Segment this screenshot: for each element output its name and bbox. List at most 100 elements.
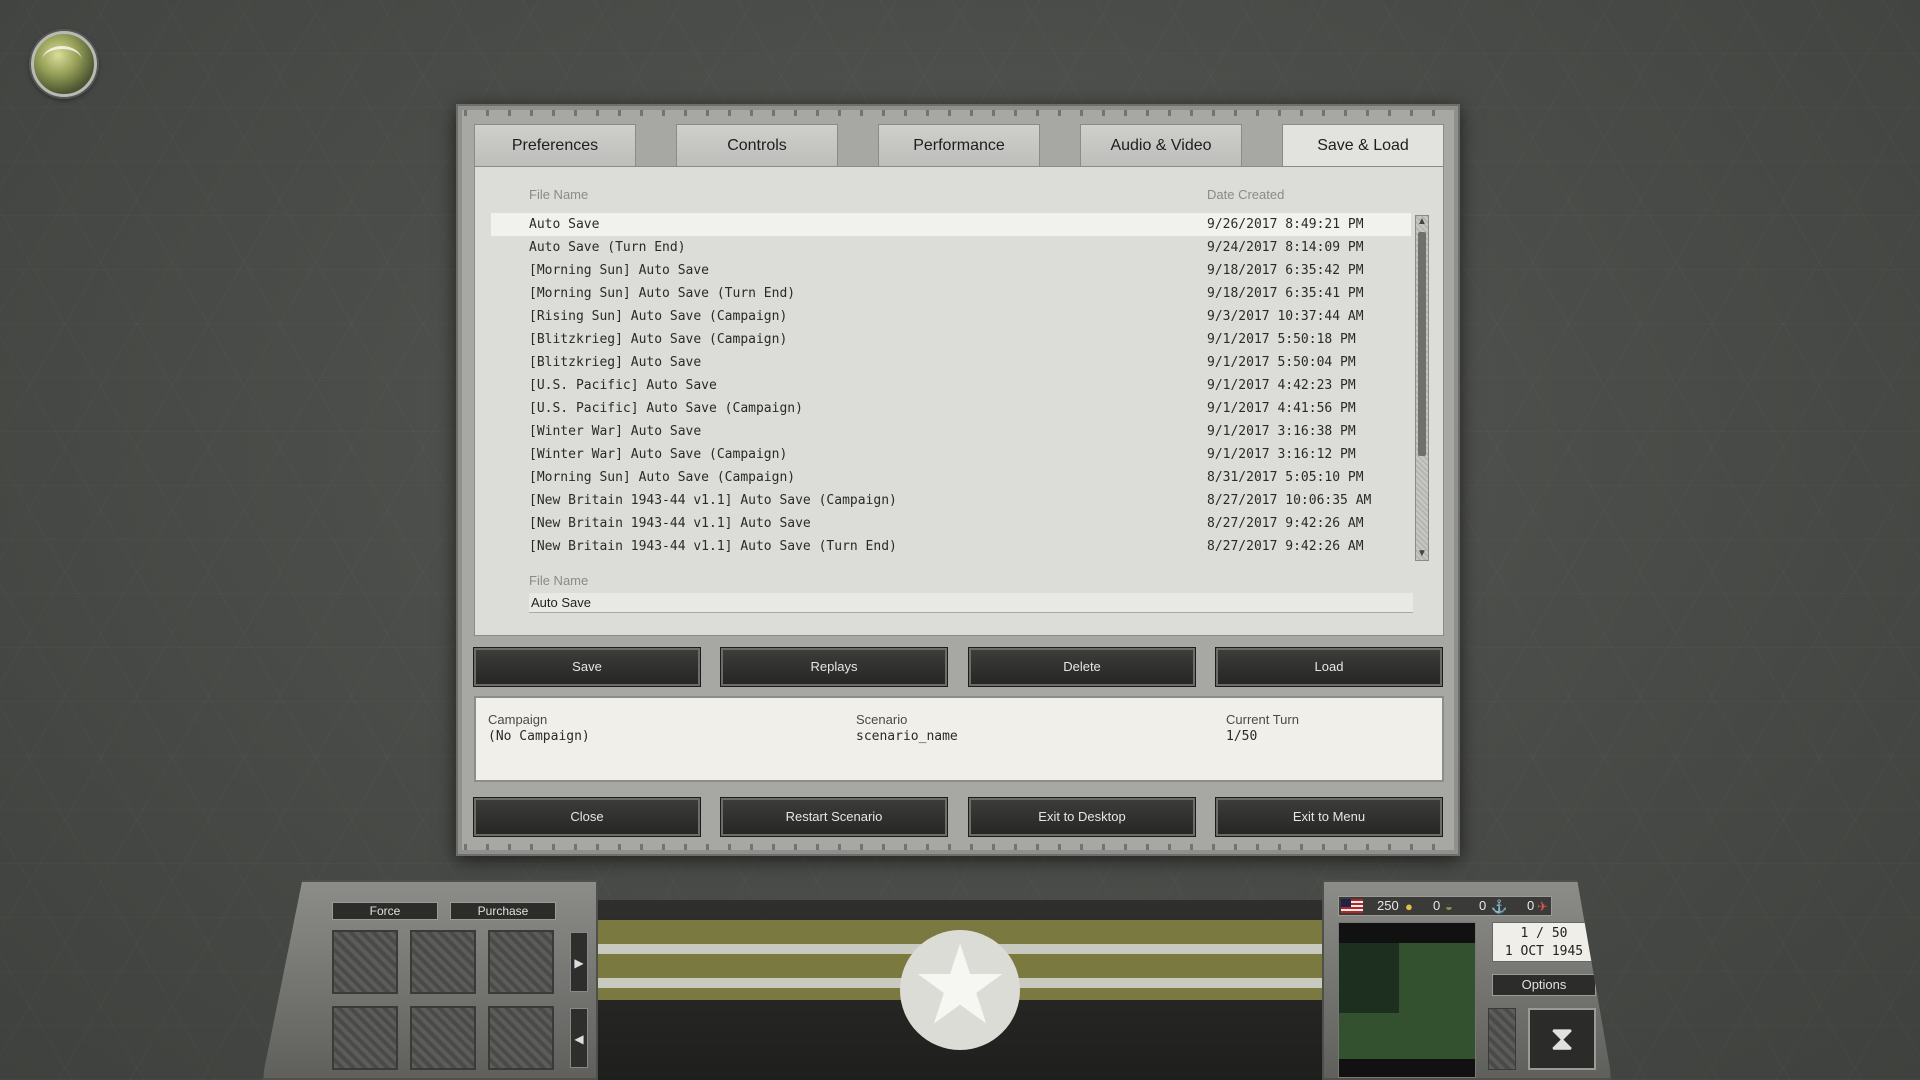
save-file-date: 9/18/2017 6:35:42 PM	[1207, 263, 1364, 278]
current-turn-value: 1/50	[1226, 729, 1258, 744]
unit-slot[interactable]	[488, 930, 554, 994]
end-turn-button[interactable]: ⧗	[1528, 1008, 1596, 1070]
save-file-date: 9/1/2017 4:42:23 PM	[1207, 378, 1356, 393]
unit-slot[interactable]	[332, 930, 398, 994]
campaign-label: Campaign	[488, 712, 548, 727]
save-file-date: 9/1/2017 5:50:18 PM	[1207, 332, 1356, 347]
force-tab[interactable]: Force	[332, 902, 438, 920]
scenario-label: Scenario	[856, 712, 908, 727]
save-file-date: 9/18/2017 6:35:41 PM	[1207, 286, 1364, 301]
close-button[interactable]: Close	[473, 797, 701, 837]
delete-button[interactable]: Delete	[968, 647, 1196, 687]
file-name-label: File Name	[529, 573, 589, 588]
save-file-row[interactable]: [Blitzkrieg] Auto Save 9/1/2017 5:50:04 P…	[491, 351, 1411, 374]
save-file-row[interactable]: [Rising Sun] Auto Save (Campaign) 9/3/201…	[491, 305, 1411, 328]
save-file-name: [New Britain 1943-44 v1.1] Auto Save (Ca…	[529, 493, 897, 508]
campaign-value: (No Campaign)	[488, 729, 590, 744]
save-file-row[interactable]: [New Britain 1943-44 v1.1] Auto Save (Tu…	[491, 535, 1411, 558]
save-file-name: [Winter War] Auto Save	[529, 424, 702, 439]
naval-count: 0	[1479, 898, 1487, 913]
column-header-date-created[interactable]: Date Created	[1207, 187, 1284, 202]
save-file-date: 8/27/2017 10:06:35 AM	[1207, 493, 1372, 508]
status-panel: 250 ● 0 ◒ 0 ⚓ 0 ✈ 1 / 50 1 OCT 1945 Opti…	[1322, 880, 1612, 1080]
restart-scenario-button[interactable]: Restart Scenario	[720, 797, 948, 837]
purchase-tab[interactable]: Purchase	[450, 902, 556, 920]
save-button[interactable]: Save	[473, 647, 701, 687]
scroll-thumb[interactable]	[1418, 232, 1426, 456]
star-emblem: ★	[910, 924, 1010, 1047]
save-file-row[interactable]: Auto Save 9/26/2017 8:49:21 PM	[491, 213, 1411, 236]
force-panel: Force Purchase ▶ ◀	[262, 880, 598, 1080]
file-name-input[interactable]	[529, 593, 1413, 613]
save-file-row[interactable]: [New Britain 1943-44 v1.1] Auto Save 8/27…	[491, 512, 1411, 535]
save-file-row[interactable]: [Morning Sun] Auto Save 9/18/2017 6:35:42…	[491, 259, 1411, 282]
coin-icon: ●	[1405, 899, 1413, 914]
save-file-name: [New Britain 1943-44 v1.1] Auto Save	[529, 516, 811, 531]
save-file-name: [Blitzkrieg] Auto Save (Campaign)	[529, 332, 788, 347]
turn-date-display: 1 / 50 1 OCT 1945	[1492, 922, 1596, 962]
tab-preferences[interactable]: Preferences	[474, 124, 636, 166]
options-dialog: Preferences Controls Performance Audio &…	[456, 104, 1460, 856]
save-file-name: [Blitzkrieg] Auto Save	[529, 355, 702, 370]
flag-icon	[1341, 899, 1363, 913]
scroll-up-icon[interactable]: ▲	[1416, 216, 1428, 228]
helmet-icon: ◒	[1445, 899, 1453, 914]
current-turn-label: Current Turn	[1226, 712, 1299, 727]
options-button[interactable]: Options	[1492, 974, 1596, 996]
save-load-panel: File Name Date Created Auto Save 9/26/201…	[474, 166, 1444, 636]
save-file-name: [Morning Sun] Auto Save (Turn End)	[529, 286, 796, 301]
save-file-row[interactable]: [Morning Sun] Auto Save (Turn End) 9/18/2…	[491, 282, 1411, 305]
save-file-name: [Rising Sun] Auto Save (Campaign)	[529, 309, 788, 324]
save-file-row[interactable]: [U.S. Pacific] Auto Save 9/1/2017 4:42:23…	[491, 374, 1411, 397]
save-file-row[interactable]: [Winter War] Auto Save (Campaign) 9/1/201…	[491, 443, 1411, 466]
column-header-file-name[interactable]: File Name	[529, 187, 588, 202]
save-file-row[interactable]: [Winter War] Auto Save 9/1/2017 3:16:38 P…	[491, 420, 1411, 443]
save-file-date: 9/3/2017 10:37:44 AM	[1207, 309, 1364, 324]
save-file-date: 8/27/2017 9:42:26 AM	[1207, 516, 1364, 531]
save-file-row[interactable]: [Morning Sun] Auto Save (Campaign) 8/31/2…	[491, 466, 1411, 489]
unit-slot[interactable]	[410, 1006, 476, 1070]
load-button[interactable]: Load	[1215, 647, 1443, 687]
tab-audio-video[interactable]: Audio & Video	[1080, 124, 1242, 166]
save-file-row[interactable]: Auto Save (Turn End) 9/24/2017 8:14:09 PM	[491, 236, 1411, 259]
hourglass-icon: ⧗	[1550, 1020, 1574, 1058]
save-file-name: Auto Save	[529, 217, 600, 232]
save-file-name: [New Britain 1943-44 v1.1] Auto Save (Tu…	[529, 539, 897, 554]
air-count: 0	[1527, 898, 1535, 913]
next-page-icon[interactable]: ▶	[570, 932, 588, 992]
turn-counter: 1 / 50	[1520, 926, 1568, 941]
scroll-down-icon[interactable]: ▼	[1416, 548, 1428, 560]
replays-button[interactable]: Replays	[720, 647, 948, 687]
tab-save-load[interactable]: Save & Load	[1282, 124, 1444, 170]
save-file-date: 9/26/2017 8:49:21 PM	[1207, 217, 1364, 232]
minimap[interactable]	[1338, 922, 1476, 1078]
unit-slot[interactable]	[488, 1006, 554, 1070]
exit-to-menu-button[interactable]: Exit to Menu	[1215, 797, 1443, 837]
save-file-date: 9/24/2017 8:14:09 PM	[1207, 240, 1364, 255]
tab-controls[interactable]: Controls	[676, 124, 838, 166]
exit-to-desktop-button[interactable]: Exit to Desktop	[968, 797, 1196, 837]
tab-performance[interactable]: Performance	[878, 124, 1040, 166]
prestige-value: 250	[1377, 898, 1399, 913]
plane-icon: ✈	[1537, 899, 1548, 914]
game-date: 1 OCT 1945	[1504, 944, 1584, 959]
globe-icon[interactable]	[31, 31, 97, 97]
list-scrollbar[interactable]: ▲ ▼	[1415, 215, 1429, 561]
unit-slot[interactable]	[410, 930, 476, 994]
save-file-date: 9/1/2017 3:16:38 PM	[1207, 424, 1356, 439]
save-file-row[interactable]: [New Britain 1943-44 v1.1] Auto Save (Ca…	[491, 489, 1411, 512]
save-file-date: 9/1/2017 4:41:56 PM	[1207, 401, 1356, 416]
scenario-info-panel: Campaign (No Campaign) Scenario scenario…	[474, 696, 1444, 782]
save-file-name: [Morning Sun] Auto Save (Campaign)	[529, 470, 796, 485]
save-file-date: 8/27/2017 9:42:26 AM	[1207, 539, 1364, 554]
save-file-name: Auto Save (Turn End)	[529, 240, 686, 255]
save-file-name: [U.S. Pacific] Auto Save	[529, 378, 717, 393]
save-file-date: 8/31/2017 5:05:10 PM	[1207, 470, 1364, 485]
reserve-slot[interactable]	[1488, 1008, 1516, 1070]
unit-slot[interactable]	[332, 1006, 398, 1070]
save-file-name: [Winter War] Auto Save (Campaign)	[529, 447, 788, 462]
save-file-row[interactable]: [U.S. Pacific] Auto Save (Campaign) 9/1/2…	[491, 397, 1411, 420]
save-file-row[interactable]: [Blitzkrieg] Auto Save (Campaign) 9/1/201…	[491, 328, 1411, 351]
prev-page-icon[interactable]: ◀	[570, 1008, 588, 1068]
unit-info-bar: ★	[598, 900, 1322, 1080]
